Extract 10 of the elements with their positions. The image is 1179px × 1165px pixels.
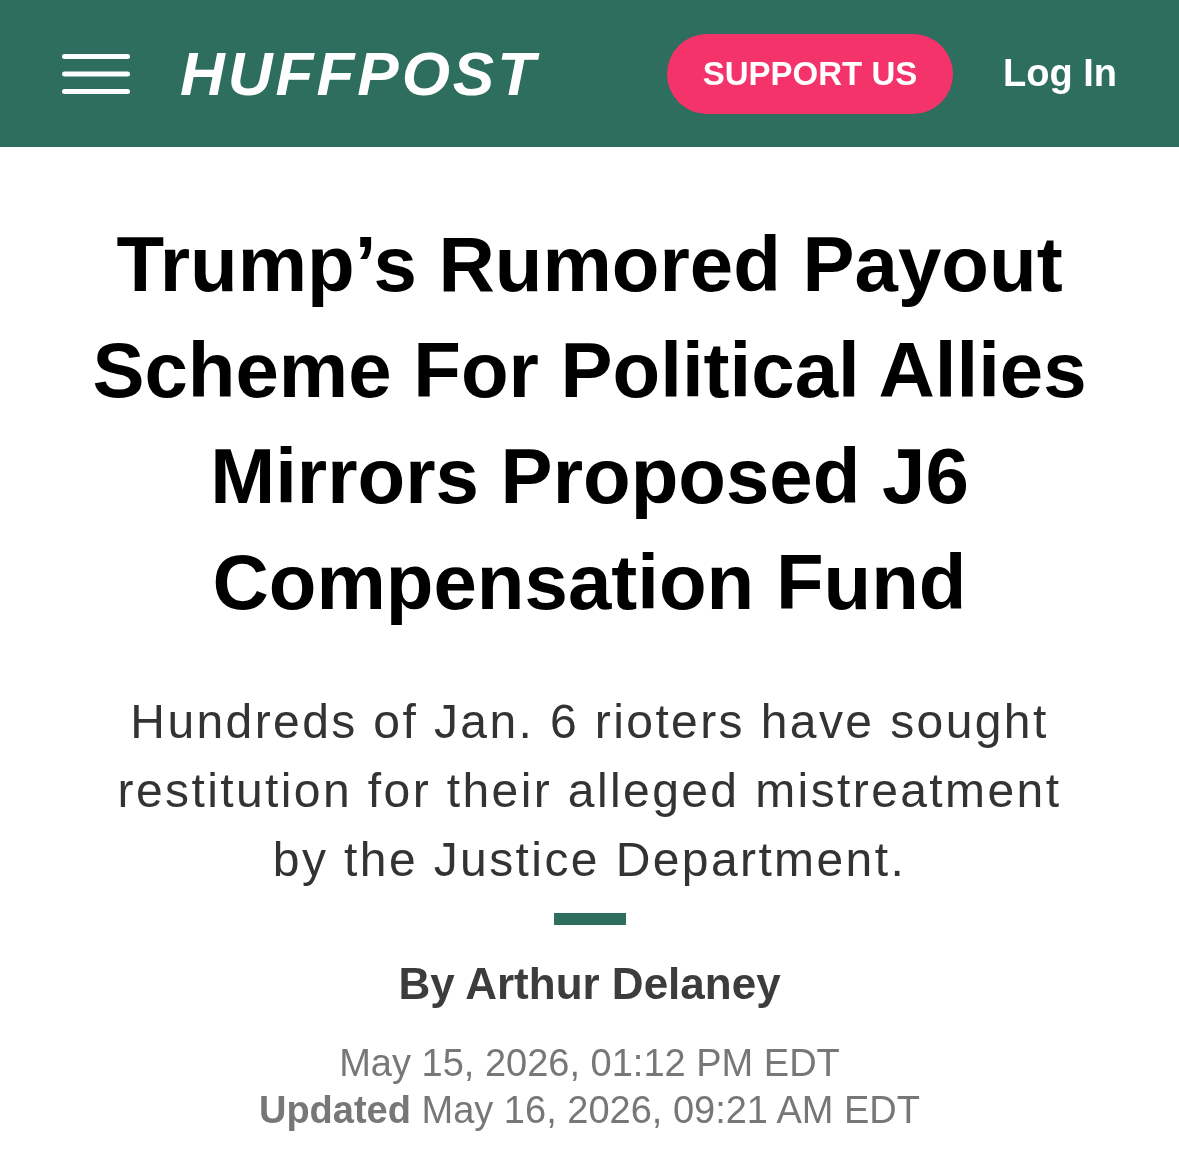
- article-subheadline: Hundreds of Jan. 6 rioters have sought restitution for their alleged mistreatment by the Justice Department.: [116, 694, 1063, 888]
- byline: By Arthur Delaney: [398, 958, 781, 1010]
- published-date: May 15, 2026, 01:12 PM EDT: [339, 1041, 840, 1086]
- site-logo[interactable]: HUFFPOST: [180, 42, 539, 105]
- menu-icon: [62, 53, 130, 94]
- login-link[interactable]: Log In: [1003, 52, 1117, 95]
- updated-date: Updated May 16, 2026, 09:21 AM EDT: [258, 1088, 921, 1133]
- support-button[interactable]: SUPPORT US: [667, 33, 954, 114]
- article-headline: Trump’s Rumored Payout Scheme For Political Allies Mirrors Proposed J6 Compensation Fund: [91, 219, 1088, 628]
- menu-button[interactable]: [62, 53, 130, 94]
